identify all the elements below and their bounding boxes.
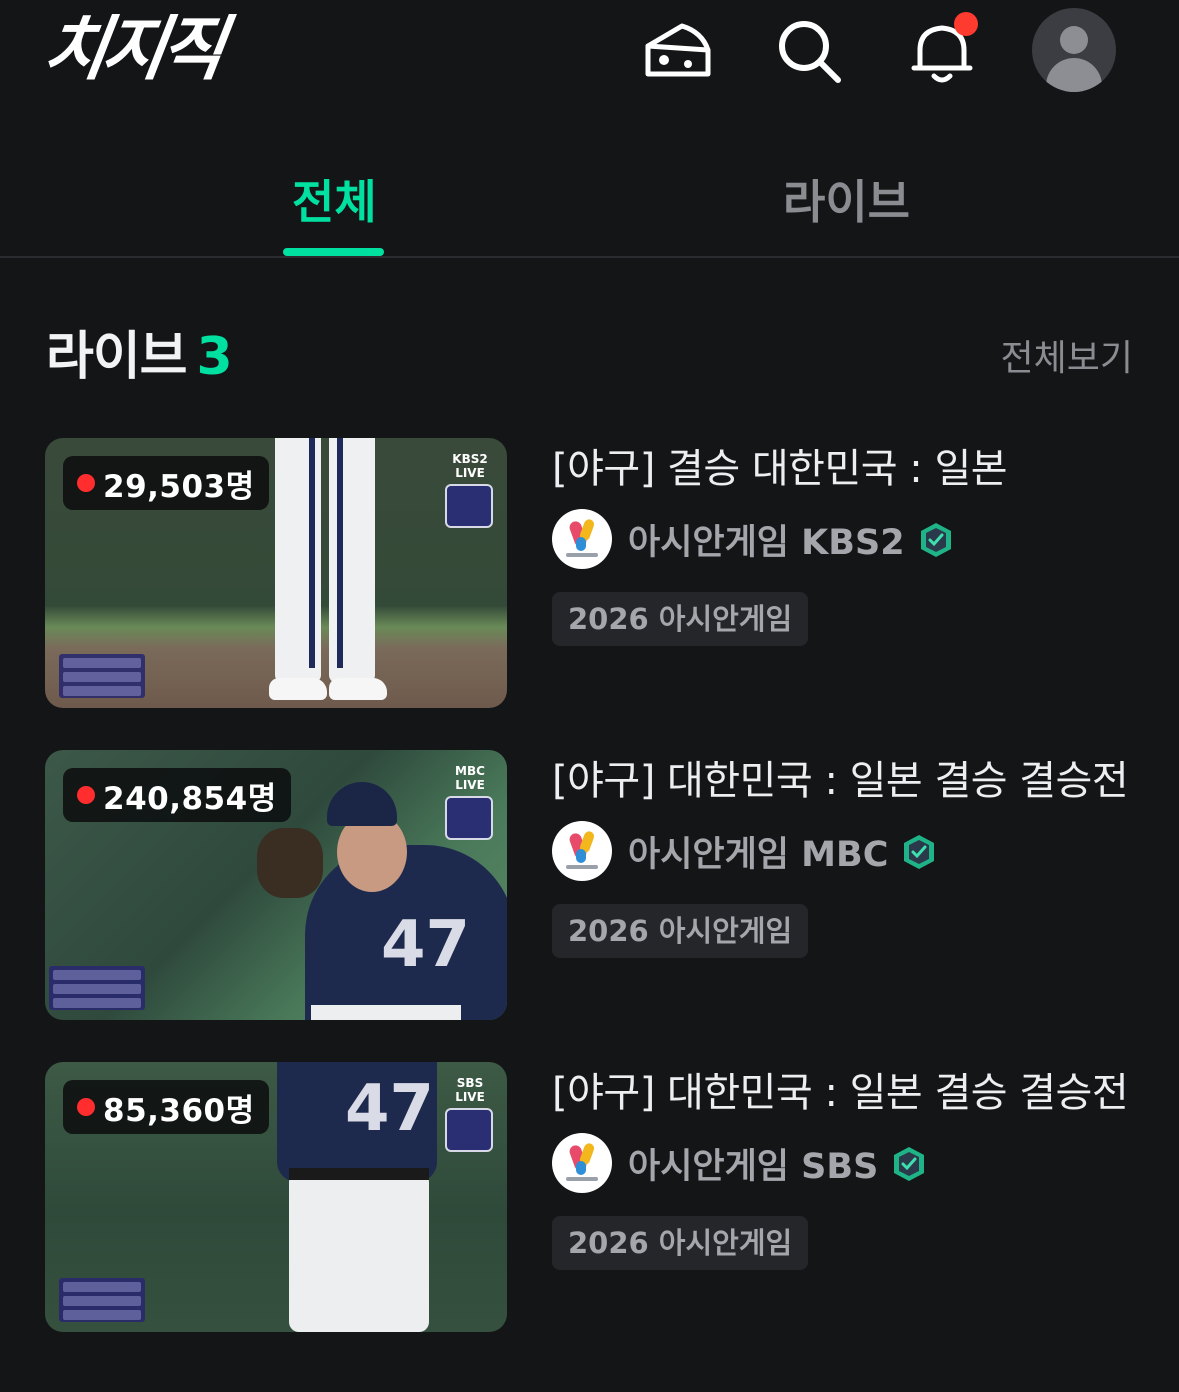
active-tab-indicator xyxy=(283,248,384,256)
channel-name[interactable]: 아시안게임 MBC xyxy=(628,826,888,877)
stream-card[interactable]: 47 240,854명 MBC LIVE [야구] 대한민국 : 일본 결승 결… xyxy=(0,750,1179,1022)
verified-badge-icon xyxy=(892,1146,925,1181)
scoreboard-overlay xyxy=(59,1278,145,1322)
channel-logo-icon[interactable] xyxy=(552,509,612,569)
viewer-count-badge: 29,503명 xyxy=(63,456,269,510)
app-logo[interactable]: 치지직 xyxy=(38,4,226,94)
thumbnail-image xyxy=(267,438,387,708)
broadcaster-logo: KBS2 LIVE xyxy=(445,452,495,528)
broadcaster-logo: MBC LIVE xyxy=(445,764,495,840)
live-dot-icon xyxy=(77,1098,95,1116)
tab-all[interactable]: 전체 xyxy=(292,172,377,232)
channel-row[interactable]: 아시안게임 SBS xyxy=(552,1132,1152,1194)
stream-title[interactable]: [야구] 대한민국 : 일본 결승 결승전 xyxy=(552,1064,1152,1122)
channel-row[interactable]: 아시안게임 KBS2 xyxy=(552,508,1152,570)
stream-info: [야구] 대한민국 : 일본 결승 결승전 아시안게임 MBC 2026 아시안… xyxy=(552,750,1152,958)
bell-icon[interactable] xyxy=(904,12,980,90)
viewer-count: 240,854명 xyxy=(103,780,277,817)
category-tag[interactable]: 2026 아시안게임 xyxy=(552,904,809,958)
channel-name[interactable]: 아시안게임 KBS2 xyxy=(628,514,905,565)
viewer-count-badge: 240,854명 xyxy=(63,768,291,822)
viewer-count: 29,503명 xyxy=(103,468,255,505)
notification-dot xyxy=(954,12,978,36)
section-title-label: 라이브 xyxy=(46,327,188,387)
viewer-count-badge: 85,360명 xyxy=(63,1080,269,1134)
channel-logo-icon[interactable] xyxy=(552,1133,612,1193)
live-dot-icon xyxy=(77,786,95,804)
stream-card[interactable]: 47 85,360명 SBS LIVE [야구] 대한민국 : 일본 결승 결승… xyxy=(0,1062,1179,1334)
avatar[interactable] xyxy=(1032,8,1116,92)
category-tag[interactable]: 2026 아시안게임 xyxy=(552,592,809,646)
stream-thumbnail[interactable]: 29,503명 KBS2 LIVE xyxy=(45,438,507,708)
viewer-count: 85,360명 xyxy=(103,1092,255,1129)
scoreboard-overlay xyxy=(59,654,145,698)
app-header: 치지직 xyxy=(0,0,1179,110)
verified-badge-icon xyxy=(902,834,935,869)
section-title: 라이브 3 xyxy=(46,322,233,392)
stream-thumbnail[interactable]: 47 85,360명 SBS LIVE xyxy=(45,1062,507,1332)
stream-info: [야구] 결승 대한민국 : 일본 아시안게임 KBS2 2026 아시안게임 xyxy=(552,438,1152,646)
section-count: 3 xyxy=(196,327,233,387)
verified-badge-icon xyxy=(919,522,951,557)
category-tag[interactable]: 2026 아시안게임 xyxy=(552,1216,809,1270)
stream-thumbnail[interactable]: 47 240,854명 MBC LIVE xyxy=(45,750,507,1020)
channel-name[interactable]: 아시안게임 SBS xyxy=(628,1138,878,1189)
tab-live[interactable]: 라이브 xyxy=(783,172,910,232)
tab-bar: 전체 라이브 xyxy=(0,150,1179,258)
broadcaster-logo: SBS LIVE xyxy=(445,1076,495,1152)
stream-title[interactable]: [야구] 대한민국 : 일본 결승 결승전 xyxy=(552,752,1152,810)
stream-title[interactable]: [야구] 결승 대한민국 : 일본 xyxy=(552,440,1152,498)
stream-card[interactable]: 29,503명 KBS2 LIVE [야구] 결승 대한민국 : 일본 아시안게… xyxy=(0,438,1179,710)
channel-row[interactable]: 아시안게임 MBC xyxy=(552,820,1152,882)
cheese-icon[interactable] xyxy=(640,14,716,90)
search-icon[interactable] xyxy=(772,14,848,90)
channel-logo-icon[interactable] xyxy=(552,821,612,881)
live-dot-icon xyxy=(77,474,95,492)
see-all-link[interactable]: 전체보기 xyxy=(1001,336,1133,382)
stream-info: [야구] 대한민국 : 일본 결승 결승전 아시안게임 SBS 2026 아시안… xyxy=(552,1062,1152,1270)
scoreboard-overlay xyxy=(49,966,145,1010)
